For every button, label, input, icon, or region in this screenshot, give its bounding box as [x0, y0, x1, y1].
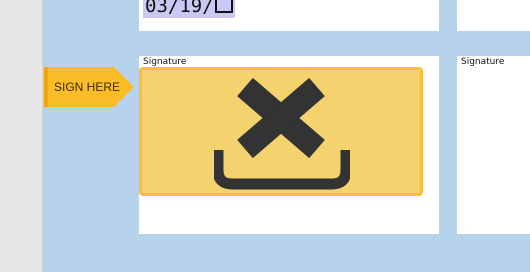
signature-field[interactable]	[139, 67, 423, 196]
text-cursor-box	[214, 0, 233, 13]
signature-label: Signature	[143, 57, 187, 67]
close-x-tray-icon	[214, 78, 350, 190]
date-value: 03/19/	[145, 0, 214, 17]
page-right	[457, 56, 530, 234]
sign-here-label: SIGN HERE	[54, 80, 121, 94]
left-rail	[0, 0, 43, 272]
signature-label: Signature	[461, 57, 505, 67]
date-field[interactable]: 03/19/	[143, 0, 235, 18]
sign-here-tab[interactable]: SIGN HERE	[44, 67, 134, 107]
page-top-right	[457, 0, 530, 31]
